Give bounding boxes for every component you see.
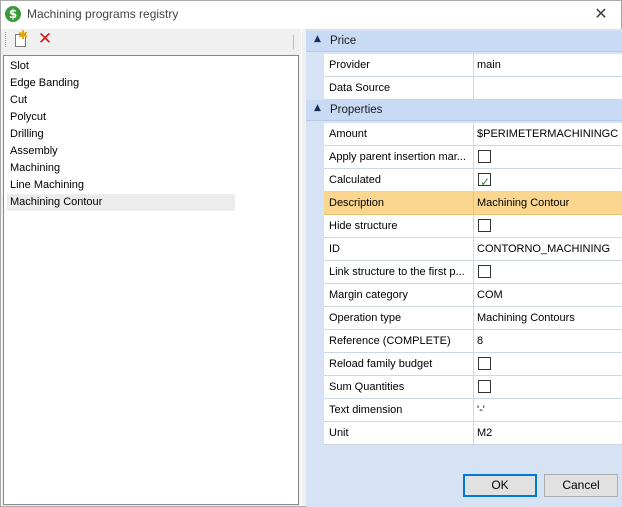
property-row[interactable]: Text dimension '-' [324, 399, 622, 422]
property-name: Data Source [324, 77, 474, 99]
dollar-icon: $ [5, 6, 21, 22]
property-name: Calculated [324, 169, 474, 191]
property-value[interactable]: COM [475, 284, 621, 306]
property-name: Provider [324, 54, 474, 76]
property-name: ID [324, 238, 474, 260]
collapse-icon[interactable]: ▲ [314, 34, 321, 44]
toolbar: ✱ ✕ [1, 28, 301, 51]
property-name: Operation type [324, 307, 474, 329]
property-value[interactable] [475, 77, 621, 99]
property-row[interactable]: Reload family budget [324, 353, 622, 376]
property-row[interactable]: Unit M2 [324, 422, 622, 445]
title-bar: $ Machining programs registry ✕ [1, 1, 621, 29]
list-item[interactable]: Machining [7, 160, 235, 177]
property-value[interactable]: M2 [475, 422, 621, 444]
property-name: Sum Quantities [324, 376, 474, 398]
property-value[interactable]: $PERIMETERMACHININGC [475, 123, 621, 145]
property-value[interactable]: CONTORNO_MACHINING [475, 238, 621, 260]
property-row[interactable]: ID CONTORNO_MACHINING [324, 238, 622, 261]
delete-x-icon[interactable]: ✕ [37, 30, 53, 48]
property-row[interactable]: Calculated [324, 169, 622, 192]
checkbox[interactable] [478, 265, 491, 278]
property-name: Margin category [324, 284, 474, 306]
checkbox[interactable] [478, 150, 491, 163]
category-label: Properties [330, 104, 383, 116]
property-value[interactable]: '-' [475, 399, 621, 421]
property-name: Text dimension [324, 399, 474, 421]
toolbar-grip [5, 32, 7, 47]
star-icon: ✱ [18, 28, 29, 42]
close-button[interactable]: ✕ [591, 4, 611, 24]
new-document-icon[interactable]: ✱ [13, 28, 29, 48]
list-item[interactable]: Slot [7, 58, 235, 75]
property-value[interactable] [475, 353, 621, 375]
property-value[interactable] [475, 376, 621, 398]
property-row[interactable]: Description Machining Contour [324, 192, 622, 215]
property-grid-pane: ▲ Price Provider main Data Source ▲ Properties… [306, 29, 622, 507]
category-price[interactable]: ▲ Price [306, 31, 622, 52]
property-name: Hide structure [324, 215, 474, 237]
property-name: Reload family budget [324, 353, 474, 375]
property-row[interactable]: Data Source [324, 77, 622, 100]
property-name: Link structure to the first p... [324, 261, 474, 283]
property-name: Apply parent insertion mar... [324, 146, 474, 168]
checkbox[interactable] [478, 357, 491, 370]
window-title: Machining programs registry [27, 7, 179, 21]
ok-button[interactable]: OK [463, 474, 537, 497]
property-value[interactable] [475, 215, 621, 237]
list-item[interactable]: Assembly [7, 143, 235, 160]
property-name: Amount [324, 123, 474, 145]
list-item[interactable]: Polycut [7, 109, 235, 126]
list-item[interactable]: Line Machining [7, 177, 235, 194]
property-row[interactable]: Sum Quantities [324, 376, 622, 399]
programs-list[interactable]: Slot Edge Banding Cut Polycut Drilling Assemb… [3, 55, 299, 505]
property-row[interactable]: Amount $PERIMETERMACHININGC [324, 123, 622, 146]
property-value[interactable]: Machining Contour [475, 192, 621, 214]
property-value[interactable] [475, 261, 621, 283]
checkbox[interactable] [478, 380, 491, 393]
left-pane: ✱ ✕ Slot Edge Banding Cut Polycut Drilling As… [1, 28, 301, 506]
property-row[interactable]: Reference (COMPLETE) 8 [324, 330, 622, 353]
property-row[interactable]: Margin category COM [324, 284, 622, 307]
list-item[interactable]: Edge Banding [7, 75, 235, 92]
property-name: Unit [324, 422, 474, 444]
checkbox[interactable] [478, 219, 491, 232]
collapse-icon[interactable]: ▲ [314, 103, 321, 113]
cancel-button[interactable]: Cancel [544, 474, 618, 497]
property-value[interactable] [475, 169, 621, 191]
checkbox[interactable] [478, 171, 491, 191]
property-name: Reference (COMPLETE) [324, 330, 474, 352]
property-value[interactable]: main [475, 54, 621, 76]
list-item[interactable]: Cut [7, 92, 235, 109]
property-value[interactable]: Machining Contours [475, 307, 621, 329]
property-row[interactable]: Operation type Machining Contours [324, 307, 622, 330]
property-row[interactable]: Link structure to the first p... [324, 261, 622, 284]
splitter-grip[interactable] [293, 35, 295, 49]
property-name: Description [324, 192, 474, 214]
category-label: Price [330, 35, 357, 47]
property-row[interactable]: Apply parent insertion mar... [324, 146, 622, 169]
property-value[interactable] [475, 146, 621, 168]
category-properties[interactable]: ▲ Properties [306, 100, 622, 121]
property-row[interactable]: Hide structure [324, 215, 622, 238]
property-row[interactable]: Provider main [324, 54, 622, 77]
list-item[interactable]: Drilling [7, 126, 235, 143]
dialog-window: $ Machining programs registry ✕ ✱ ✕ Slot… [0, 0, 622, 507]
property-value[interactable]: 8 [475, 330, 621, 352]
list-item[interactable]: Machining Contour [7, 194, 235, 211]
